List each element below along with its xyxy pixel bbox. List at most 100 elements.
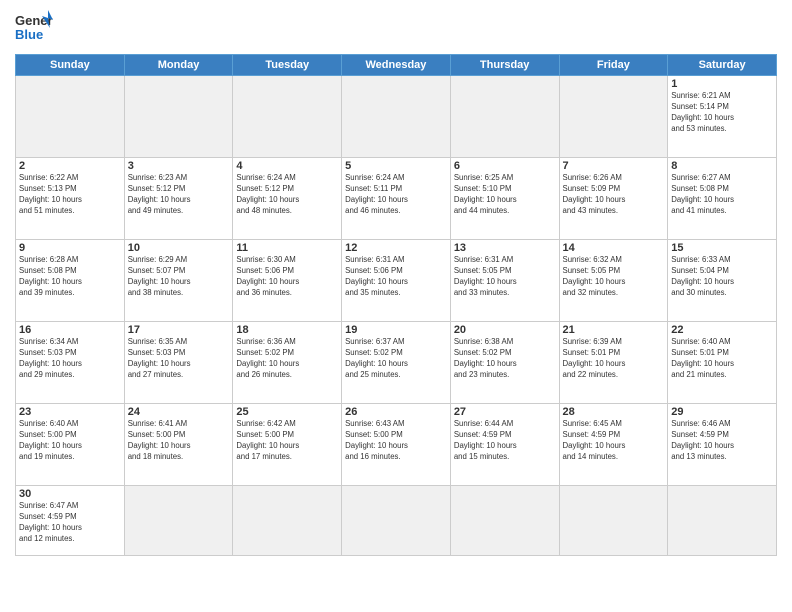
weekday-header-row: Sunday Monday Tuesday Wednesday Thursday… [16, 55, 777, 76]
calendar: Sunday Monday Tuesday Wednesday Thursday… [15, 54, 777, 556]
day-number: 1 [671, 78, 773, 90]
day-number: 22 [671, 324, 773, 336]
table-row: 6Sunrise: 6:25 AM Sunset: 5:10 PM Daylig… [450, 158, 559, 240]
header: General Blue [15, 10, 777, 46]
table-row: 2Sunrise: 6:22 AM Sunset: 5:13 PM Daylig… [16, 158, 125, 240]
day-number: 15 [671, 242, 773, 254]
day-info: Sunrise: 6:31 AM Sunset: 5:06 PM Dayligh… [345, 255, 447, 299]
day-number: 19 [345, 324, 447, 336]
table-row: 28Sunrise: 6:45 AM Sunset: 4:59 PM Dayli… [559, 404, 668, 486]
day-info: Sunrise: 6:31 AM Sunset: 5:05 PM Dayligh… [454, 255, 556, 299]
table-row [450, 486, 559, 556]
day-info: Sunrise: 6:45 AM Sunset: 4:59 PM Dayligh… [563, 419, 665, 463]
table-row: 9Sunrise: 6:28 AM Sunset: 5:08 PM Daylig… [16, 240, 125, 322]
table-row: 22Sunrise: 6:40 AM Sunset: 5:01 PM Dayli… [668, 322, 777, 404]
table-row: 12Sunrise: 6:31 AM Sunset: 5:06 PM Dayli… [342, 240, 451, 322]
day-info: Sunrise: 6:35 AM Sunset: 5:03 PM Dayligh… [128, 337, 230, 381]
table-row: 15Sunrise: 6:33 AM Sunset: 5:04 PM Dayli… [668, 240, 777, 322]
header-saturday: Saturday [668, 55, 777, 76]
day-number: 5 [345, 160, 447, 172]
header-friday: Friday [559, 55, 668, 76]
day-info: Sunrise: 6:33 AM Sunset: 5:04 PM Dayligh… [671, 255, 773, 299]
table-row: 20Sunrise: 6:38 AM Sunset: 5:02 PM Dayli… [450, 322, 559, 404]
day-number: 13 [454, 242, 556, 254]
table-row [124, 76, 233, 158]
table-row [342, 486, 451, 556]
day-number: 26 [345, 406, 447, 418]
table-row: 7Sunrise: 6:26 AM Sunset: 5:09 PM Daylig… [559, 158, 668, 240]
table-row [124, 486, 233, 556]
day-number: 29 [671, 406, 773, 418]
table-row: 21Sunrise: 6:39 AM Sunset: 5:01 PM Dayli… [559, 322, 668, 404]
header-thursday: Thursday [450, 55, 559, 76]
day-info: Sunrise: 6:28 AM Sunset: 5:08 PM Dayligh… [19, 255, 121, 299]
day-number: 28 [563, 406, 665, 418]
table-row: 11Sunrise: 6:30 AM Sunset: 5:06 PM Dayli… [233, 240, 342, 322]
table-row: 27Sunrise: 6:44 AM Sunset: 4:59 PM Dayli… [450, 404, 559, 486]
day-number: 25 [236, 406, 338, 418]
table-row: 5Sunrise: 6:24 AM Sunset: 5:11 PM Daylig… [342, 158, 451, 240]
header-tuesday: Tuesday [233, 55, 342, 76]
day-info: Sunrise: 6:38 AM Sunset: 5:02 PM Dayligh… [454, 337, 556, 381]
day-info: Sunrise: 6:46 AM Sunset: 4:59 PM Dayligh… [671, 419, 773, 463]
table-row: 13Sunrise: 6:31 AM Sunset: 5:05 PM Dayli… [450, 240, 559, 322]
day-info: Sunrise: 6:21 AM Sunset: 5:14 PM Dayligh… [671, 91, 773, 135]
day-number: 9 [19, 242, 121, 254]
table-row: 30Sunrise: 6:47 AM Sunset: 4:59 PM Dayli… [16, 486, 125, 556]
table-row: 17Sunrise: 6:35 AM Sunset: 5:03 PM Dayli… [124, 322, 233, 404]
day-info: Sunrise: 6:44 AM Sunset: 4:59 PM Dayligh… [454, 419, 556, 463]
table-row [450, 76, 559, 158]
day-info: Sunrise: 6:25 AM Sunset: 5:10 PM Dayligh… [454, 173, 556, 217]
table-row [559, 76, 668, 158]
day-number: 27 [454, 406, 556, 418]
logo: General Blue [15, 10, 53, 46]
day-number: 16 [19, 324, 121, 336]
day-number: 24 [128, 406, 230, 418]
logo-svg: General Blue [15, 10, 53, 46]
table-row: 25Sunrise: 6:42 AM Sunset: 5:00 PM Dayli… [233, 404, 342, 486]
day-number: 20 [454, 324, 556, 336]
table-row: 26Sunrise: 6:43 AM Sunset: 5:00 PM Dayli… [342, 404, 451, 486]
table-row: 29Sunrise: 6:46 AM Sunset: 4:59 PM Dayli… [668, 404, 777, 486]
table-row: 19Sunrise: 6:37 AM Sunset: 5:02 PM Dayli… [342, 322, 451, 404]
day-number: 2 [19, 160, 121, 172]
day-info: Sunrise: 6:37 AM Sunset: 5:02 PM Dayligh… [345, 337, 447, 381]
day-number: 14 [563, 242, 665, 254]
day-number: 30 [19, 488, 121, 500]
table-row [16, 76, 125, 158]
day-number: 3 [128, 160, 230, 172]
day-number: 23 [19, 406, 121, 418]
table-row: 24Sunrise: 6:41 AM Sunset: 5:00 PM Dayli… [124, 404, 233, 486]
day-number: 6 [454, 160, 556, 172]
svg-text:Blue: Blue [15, 27, 43, 42]
day-number: 12 [345, 242, 447, 254]
table-row [668, 486, 777, 556]
day-info: Sunrise: 6:26 AM Sunset: 5:09 PM Dayligh… [563, 173, 665, 217]
day-info: Sunrise: 6:27 AM Sunset: 5:08 PM Dayligh… [671, 173, 773, 217]
day-number: 10 [128, 242, 230, 254]
day-number: 8 [671, 160, 773, 172]
day-info: Sunrise: 6:24 AM Sunset: 5:11 PM Dayligh… [345, 173, 447, 217]
header-wednesday: Wednesday [342, 55, 451, 76]
table-row: 18Sunrise: 6:36 AM Sunset: 5:02 PM Dayli… [233, 322, 342, 404]
day-info: Sunrise: 6:47 AM Sunset: 4:59 PM Dayligh… [19, 501, 121, 545]
table-row: 23Sunrise: 6:40 AM Sunset: 5:00 PM Dayli… [16, 404, 125, 486]
table-row [233, 76, 342, 158]
day-info: Sunrise: 6:29 AM Sunset: 5:07 PM Dayligh… [128, 255, 230, 299]
day-number: 4 [236, 160, 338, 172]
day-info: Sunrise: 6:23 AM Sunset: 5:12 PM Dayligh… [128, 173, 230, 217]
day-number: 18 [236, 324, 338, 336]
table-row: 8Sunrise: 6:27 AM Sunset: 5:08 PM Daylig… [668, 158, 777, 240]
day-info: Sunrise: 6:42 AM Sunset: 5:00 PM Dayligh… [236, 419, 338, 463]
table-row [342, 76, 451, 158]
header-monday: Monday [124, 55, 233, 76]
table-row: 1Sunrise: 6:21 AM Sunset: 5:14 PM Daylig… [668, 76, 777, 158]
table-row: 3Sunrise: 6:23 AM Sunset: 5:12 PM Daylig… [124, 158, 233, 240]
table-row [559, 486, 668, 556]
day-info: Sunrise: 6:30 AM Sunset: 5:06 PM Dayligh… [236, 255, 338, 299]
day-info: Sunrise: 6:22 AM Sunset: 5:13 PM Dayligh… [19, 173, 121, 217]
day-info: Sunrise: 6:32 AM Sunset: 5:05 PM Dayligh… [563, 255, 665, 299]
header-sunday: Sunday [16, 55, 125, 76]
day-number: 17 [128, 324, 230, 336]
day-number: 21 [563, 324, 665, 336]
